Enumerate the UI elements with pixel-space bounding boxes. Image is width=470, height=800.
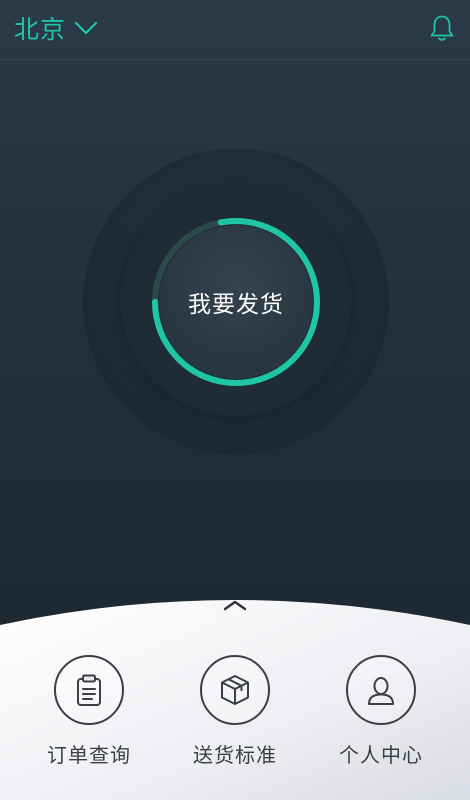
city-label: 北京	[14, 15, 67, 44]
delivery-standard-button[interactable]: 送货标准	[175, 655, 295, 785]
clipboard-icon	[77, 674, 101, 706]
personal-center-label: 个人中心	[339, 743, 423, 767]
bottom-sheet: 订单查询 送货标准 个人中心	[0, 595, 470, 800]
package-box-icon	[221, 675, 249, 705]
chevron-up-icon[interactable]	[222, 598, 248, 612]
ship-button[interactable]: 我要发货	[159, 225, 313, 379]
city-selector[interactable]: 北京	[14, 12, 98, 44]
ship-dial: 我要发货	[0, 148, 470, 458]
chevron-down-icon	[74, 21, 98, 35]
order-query-button[interactable]: 订单查询	[29, 655, 149, 785]
personal-center-icon-circle	[346, 655, 416, 725]
ship-button-label: 我要发货	[188, 292, 284, 318]
top-bar: 北京	[0, 0, 470, 60]
delivery-standard-label: 送货标准	[193, 743, 277, 767]
order-query-icon-circle	[54, 655, 124, 725]
bell-icon[interactable]	[427, 13, 457, 43]
personal-center-button[interactable]: 个人中心	[321, 655, 441, 785]
delivery-standard-icon-circle	[200, 655, 270, 725]
order-query-label: 订单查询	[47, 743, 131, 767]
user-icon	[368, 677, 394, 705]
